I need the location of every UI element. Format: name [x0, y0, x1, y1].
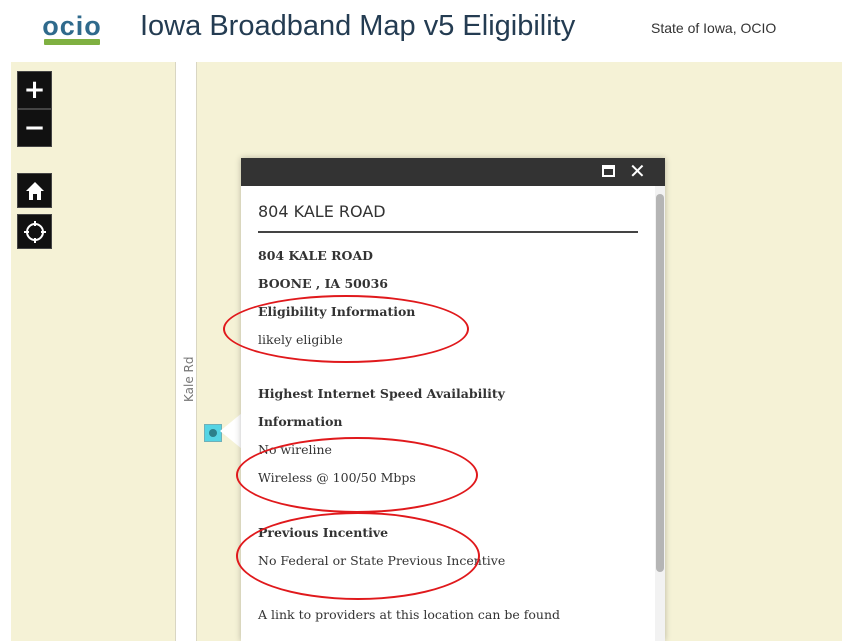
speed-heading-line-2: Information	[258, 414, 343, 429]
popup-pointer	[220, 413, 242, 449]
maximize-icon[interactable]	[602, 165, 615, 177]
scrollbar-thumb[interactable]	[656, 194, 664, 572]
address-line-2: BOONE , IA 50036	[258, 276, 388, 291]
popup-scrollbar[interactable]	[655, 186, 665, 641]
logo-text: ocio	[42, 11, 102, 41]
plus-icon: +	[23, 75, 46, 105]
home-button[interactable]	[17, 173, 52, 208]
logo-underline	[44, 39, 100, 45]
speed-heading-line-1: Highest Internet Speed Availability	[258, 386, 505, 401]
incentive-highlight-oval	[236, 512, 480, 600]
popup-title: 804 KALE ROAD	[258, 202, 386, 221]
eligibility-highlight-oval	[223, 295, 469, 363]
close-icon[interactable]: ✕	[629, 160, 646, 182]
ocio-logo[interactable]: ocio	[36, 11, 108, 48]
home-icon	[25, 181, 44, 200]
minus-icon: −	[23, 113, 46, 143]
popup-titlebar: ✕	[241, 158, 665, 186]
zoom-in-button[interactable]: +	[17, 71, 52, 109]
app-header: ocio Iowa Broadband Map v5 Eligibility S…	[0, 0, 842, 62]
crosshair-icon	[23, 220, 46, 243]
providers-link-text[interactable]: A link to providers at this location can…	[258, 607, 560, 622]
app-title: Iowa Broadband Map v5 Eligibility	[140, 10, 576, 42]
locate-button[interactable]	[17, 214, 52, 249]
address-line-1: 804 KALE ROAD	[258, 248, 373, 263]
title-divider	[258, 231, 638, 233]
zoom-out-button[interactable]: −	[17, 109, 52, 147]
organization-label: State of Iowa, OCIO	[651, 20, 777, 36]
road-label: Kale Rd	[182, 356, 196, 403]
marker-dot	[209, 429, 217, 437]
speed-highlight-oval	[236, 437, 478, 513]
